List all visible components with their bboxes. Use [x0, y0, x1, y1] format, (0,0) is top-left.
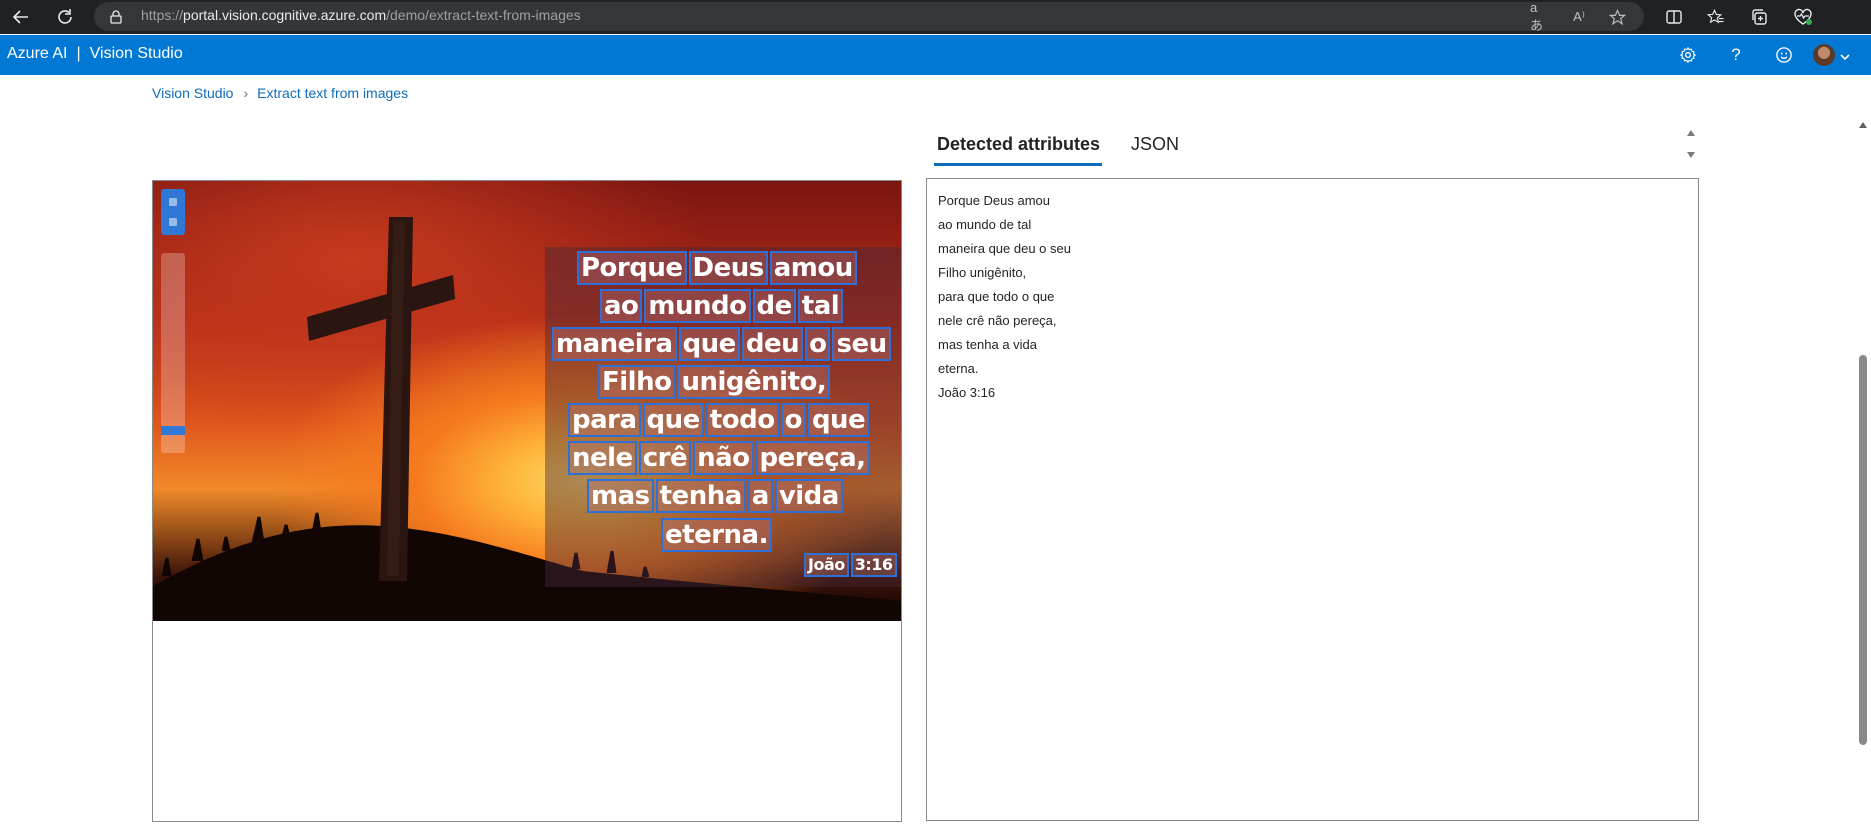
favorites-icon[interactable] — [1704, 5, 1728, 29]
ocr-line: João 3:16 — [804, 553, 897, 577]
zoom-out-button[interactable] — [169, 218, 177, 226]
title-separator: | — [76, 45, 81, 62]
user-avatar[interactable] — [1813, 44, 1835, 66]
tab-detected-attributes[interactable]: Detected attributes — [934, 130, 1103, 166]
url-host: portal.vision.cognitive.azure.com — [183, 7, 387, 23]
url-text: https://portal.vision.cognitive.azure.co… — [141, 7, 581, 23]
ocr-word-box[interactable]: deu — [741, 327, 804, 361]
scroll-down-arrow-icon[interactable] — [1684, 150, 1698, 160]
ocr-word-box[interactable]: que — [807, 403, 870, 437]
ocr-word-box[interactable]: João — [804, 553, 849, 577]
address-bar[interactable]: https://portal.vision.cognitive.azure.co… — [94, 0, 1644, 33]
translate-icon[interactable]: aあ — [1530, 0, 1550, 33]
result-line: Filho unigênito, — [938, 265, 1027, 280]
product-label: Vision Studio — [89, 45, 183, 62]
refresh-icon[interactable] — [52, 4, 78, 30]
ocr-word-box[interactable]: todo — [705, 403, 779, 437]
ocr-word-box[interactable]: nele — [568, 441, 637, 475]
tab-json[interactable]: JSON — [1128, 130, 1181, 166]
result-line: Porque Deus amou — [938, 193, 1051, 208]
ocr-word-box[interactable]: não — [693, 441, 754, 475]
ocr-word-box[interactable]: crê — [638, 441, 692, 475]
breadcrumb-extract-text[interactable]: Extract text from images — [257, 85, 408, 101]
ocr-word-box[interactable]: que — [642, 403, 704, 437]
app-header: Azure AI | Vision Studio ? — [0, 35, 1871, 75]
back-icon[interactable] — [8, 4, 34, 30]
ocr-word-box[interactable]: ao — [600, 289, 643, 323]
scroll-up-arrow-icon[interactable] — [1684, 128, 1698, 138]
ocr-line: ao mundo de tal — [600, 289, 844, 323]
help-icon[interactable]: ? — [1724, 43, 1748, 67]
ocr-word-box[interactable]: tal — [797, 289, 844, 323]
ocr-word-box[interactable]: seu — [832, 327, 891, 361]
split-screen-icon[interactable] — [1662, 5, 1686, 29]
chevron-down-icon[interactable] — [1839, 48, 1851, 67]
ocr-word-box[interactable]: Porque — [577, 251, 687, 285]
ocr-word-box[interactable]: a — [747, 479, 773, 513]
analyzed-image: Porque Deus amou ao mundo de tal maneira… — [153, 181, 901, 621]
ocr-word-box[interactable]: 3:16 — [850, 553, 897, 577]
scrollbar-thumb[interactable] — [1859, 355, 1867, 745]
ocr-word-box[interactable]: que — [678, 327, 740, 361]
ocr-word-box[interactable]: eterna. — [661, 518, 772, 552]
browser-essentials-icon[interactable] — [1791, 5, 1815, 29]
ocr-word-box[interactable]: de — [752, 289, 796, 323]
zoom-slider[interactable] — [161, 253, 185, 453]
ocr-word-box[interactable]: vida — [774, 479, 843, 513]
ocr-line: para que todo o que — [568, 403, 870, 437]
feedback-smiley-icon[interactable] — [1772, 43, 1796, 67]
ocr-line: maneira que deu o seu — [552, 327, 891, 361]
ocr-word-box[interactable]: Deus — [688, 251, 768, 285]
browser-toolbar: https://portal.vision.cognitive.azure.co… — [0, 0, 1871, 34]
ocr-word-box[interactable]: Filho — [598, 365, 676, 399]
ocr-word-box[interactable]: tenha — [655, 479, 746, 513]
ocr-word-box[interactable]: o — [780, 403, 806, 437]
breadcrumb-vision-studio[interactable]: Vision Studio — [152, 85, 233, 101]
ocr-word-box[interactable]: o — [805, 327, 831, 361]
breadcrumb: Vision Studio › Extract text from images — [152, 85, 408, 101]
url-path: /demo/extract-text-from-images — [386, 7, 581, 23]
app-title[interactable]: Azure AI | Vision Studio — [7, 45, 183, 63]
breadcrumb-separator: › — [243, 85, 249, 101]
ocr-line: mas tenha a vida — [587, 479, 843, 513]
ocr-word-box[interactable]: maneira — [552, 327, 677, 361]
ocr-word-box[interactable]: unigênito, — [677, 365, 831, 399]
ocr-word-box[interactable]: para — [568, 403, 641, 437]
result-line: João 3:16 — [938, 385, 996, 400]
scrollbar-up-icon[interactable] — [1857, 120, 1869, 130]
result-line: para que todo o que — [938, 289, 1055, 304]
result-line: nele crê não pereça, — [938, 313, 1057, 328]
zoom-slider-thumb[interactable] — [161, 426, 185, 435]
result-line: ao mundo de tal — [938, 217, 1032, 232]
result-line: maneira que deu o seu — [938, 241, 1071, 256]
result-line: eterna. — [938, 361, 979, 376]
ocr-word-box[interactable]: mundo — [644, 289, 751, 323]
ocr-line: Porque Deus amou — [577, 251, 857, 285]
zoom-in-button[interactable] — [169, 198, 177, 206]
url-scheme: https:// — [141, 7, 184, 23]
lock-icon — [110, 9, 122, 28]
ocr-line: eterna. — [661, 518, 772, 552]
image-preview-panel: Porque Deus amou ao mundo de tal maneira… — [152, 180, 902, 822]
zoom-buttons — [161, 189, 185, 235]
collections-icon[interactable] — [1747, 5, 1771, 29]
settings-gear-icon[interactable] — [1676, 43, 1700, 67]
ocr-word-box[interactable]: amou — [769, 251, 857, 285]
ocr-line: Filho unigênito, — [598, 365, 831, 399]
favorite-star-icon[interactable] — [1607, 7, 1627, 27]
ocr-word-box[interactable]: mas — [587, 479, 654, 513]
read-aloud-icon[interactable]: A⁾ — [1569, 7, 1589, 27]
ocr-line: nele crê não pereça, — [568, 441, 870, 475]
brand-label: Azure AI — [7, 45, 68, 62]
ocr-word-box[interactable]: pereça, — [755, 441, 870, 475]
detected-text-box[interactable]: Porque Deus amou ao mundo de tal maneira… — [926, 178, 1699, 821]
result-line: mas tenha a vida — [938, 337, 1038, 352]
page-scrollbar[interactable] — [1857, 115, 1869, 835]
results-tabs: Detected attributes JSON — [934, 130, 1207, 166]
